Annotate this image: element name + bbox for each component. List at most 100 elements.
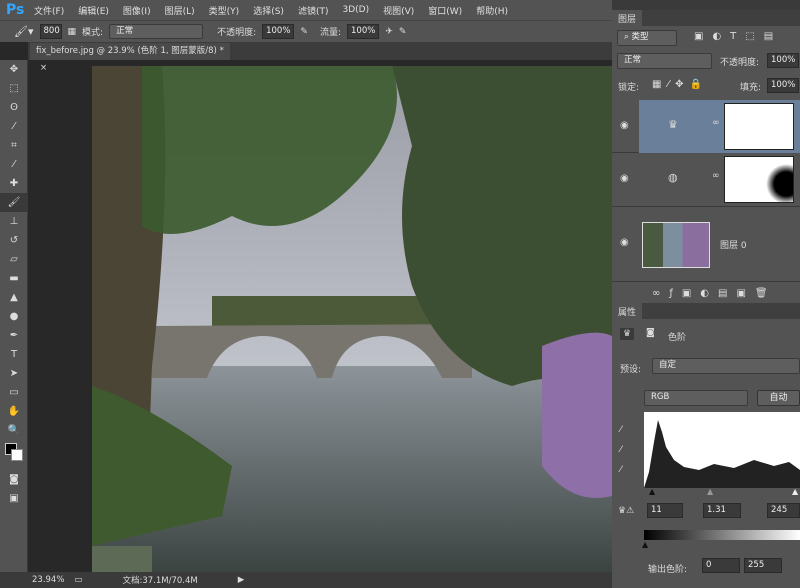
mode-select[interactable]: 正常 [109,24,204,39]
channel-select[interactable]: RGB [644,390,748,406]
eyedropper-tool-icon[interactable]: ⁄ [0,155,28,174]
right-panels: 图层 ⌕ 类型 ▣◐T⬚▤ 正常 不透明度: 100% 锁定: ▦⁄✥🔒 填充:… [612,0,800,588]
filter-icons[interactable]: ▣◐T⬚▤ [694,31,782,42]
screen-mode-icon[interactable]: ▣ [0,489,28,508]
layer-name[interactable]: 图层 0 [720,238,747,251]
dodge-tool-icon[interactable]: ● [0,307,28,326]
link-icon[interactable]: ∞ [712,171,720,181]
lock-label: 锁定: [618,83,640,93]
tab-layers[interactable]: 图层 [612,10,643,27]
menu-image[interactable]: 图像(I) [123,4,151,17]
layer-filter-select[interactable]: ⌕ 类型 [617,30,677,46]
levels-icon[interactable]: ♛ [620,328,635,340]
shape-tool-icon[interactable]: ▭ [0,383,28,402]
brush-tool-icon[interactable]: 🖌▾ [14,25,34,38]
hand-tool-icon[interactable]: ✋ [0,402,28,421]
input-white-slider[interactable]: ▲ [792,487,798,496]
photo-river-bridge [92,66,612,572]
layer-row-levels[interactable]: ◉ ♛ ∞ [612,100,800,153]
flow-input[interactable]: 100% [347,24,380,39]
visibility-eye-icon[interactable]: ◉ [620,120,634,131]
menu-view[interactable]: 视图(V) [383,4,414,17]
visibility-eye-icon[interactable]: ◉ [620,237,634,248]
filter-kind-label: 类型 [631,32,649,42]
pressure-opacity-icon[interactable]: ✎ [300,27,308,37]
menu-edit[interactable]: 编辑(E) [78,4,109,17]
quick-mask-icon[interactable]: ◙ [0,470,28,489]
mode-label: 模式: [82,28,104,38]
airbrush-icon[interactable]: ✈ [385,27,393,37]
tools-panel: ✥ ⬚ ʘ ⁄ ⌗ ⁄ ✚ 🖌 ⊥ ↺ ▱ ▬ ▲ ● ✒ T ➤ ▭ ✋ 🔍 … [0,60,28,572]
menu-help[interactable]: 帮助(H) [476,4,508,17]
menu-window[interactable]: 窗口(W) [428,4,462,17]
layer-thumbnail [642,222,710,268]
layer-opacity-input[interactable]: 100% [767,53,800,68]
photoshop-logo: Ps [6,2,25,18]
blur-tool-icon[interactable]: ▲ [0,288,28,307]
visibility-eye-icon[interactable]: ◉ [620,173,634,184]
eraser-tool-icon[interactable]: ▱ [0,250,28,269]
document-title: fix_before.jpg @ 23.9% (色阶 1, 图层蒙版/8) * [36,46,224,56]
input-white-field[interactable]: 245 [767,503,800,518]
brush-panel-icon[interactable]: ▦ [68,27,77,37]
layer-row-layer-0[interactable]: ◉ 图层 0 [612,207,800,282]
pen-tool-icon[interactable]: ✒ [0,326,28,345]
brush-size-picker[interactable]: 800 [39,24,62,39]
status-bar: 23.94% ▭ 文档:37.1M/70.4M ▶ [0,572,612,588]
link-icon[interactable]: ∞ [712,118,720,128]
fill-input[interactable]: 100% [767,78,800,93]
input-gamma-slider[interactable]: ▲ [707,487,713,496]
menu-select[interactable]: 选择(S) [253,4,284,17]
brush-tool-icon[interactable]: 🖌 [0,193,28,212]
zoom-level[interactable]: 23.94% [32,575,64,585]
opacity-input[interactable]: 100% [262,24,295,39]
path-select-tool-icon[interactable]: ➤ [0,364,28,383]
layer-row-adjustment[interactable]: ◉ ◍ ∞ [612,153,800,207]
preset-label: 预设: [620,365,642,375]
type-tool-icon[interactable]: T [0,345,28,364]
menu-file[interactable]: 文件(F) [34,4,64,17]
output-white-field[interactable]: 255 [744,558,782,573]
input-black-slider[interactable]: ▲ [649,487,655,496]
zoom-tool-icon[interactable]: 🔍 [0,421,28,440]
color-swatches[interactable] [0,440,28,470]
lasso-tool-icon[interactable]: ʘ [0,98,28,117]
flow-label: 流量: [319,28,342,38]
preset-select[interactable]: 自定 [652,358,800,374]
document-canvas[interactable] [92,66,612,572]
blend-mode-select[interactable]: 正常 [617,53,712,69]
tab-properties[interactable]: 属性 [612,303,643,320]
options-bar: 🖌▾ 800 ▦ 模式: 正常 不透明度: 100% ✎ 流量: 100% ✈ … [0,20,612,42]
histogram [644,412,800,488]
input-gamma-field[interactable]: 1.31 [703,503,741,518]
menu-3d[interactable]: 3D(D) [342,5,369,15]
clipping-warning-icon[interactable]: ♛⚠ [618,506,634,516]
stamp-tool-icon[interactable]: ⊥ [0,212,28,231]
menu-layer[interactable]: 图层(L) [165,4,195,17]
history-brush-icon[interactable]: ↺ [0,231,28,250]
move-tool-icon[interactable]: ✥ [0,60,28,79]
marquee-tool-icon[interactable]: ⬚ [0,79,28,98]
menu-bar: Ps 文件(F) 编辑(E) 图像(I) 图层(L) 类型(Y) 选择(S) 滤… [0,0,612,20]
output-black-slider[interactable]: ▲ [642,540,648,549]
status-menu-arrow-icon[interactable]: ▶ [238,575,245,585]
layer-actions[interactable]: ∞ƒ▣◐▤▣🗑 [652,288,777,299]
healing-tool-icon[interactable]: ✚ [0,174,28,193]
pressure-size-icon[interactable]: ✎ [399,27,407,37]
quick-select-tool-icon[interactable]: ⁄ [0,117,28,136]
eyedropper-black-icon[interactable]: ⁄ ⁄ ⁄ [620,420,622,480]
lock-icons[interactable]: ▦⁄✥🔒 [652,79,708,90]
menu-filter[interactable]: 滤镜(T) [298,4,329,17]
status-icon: ▭ [74,575,83,585]
input-black-field[interactable]: 11 [647,503,683,518]
close-icon[interactable]: × [40,63,47,73]
layer-mask-thumbnail[interactable] [724,103,794,150]
document-tab[interactable]: fix_before.jpg @ 23.9% (色阶 1, 图层蒙版/8) * … [30,43,230,73]
mask-icon[interactable]: ◙ [646,328,655,338]
auto-button[interactable]: 自动 [757,390,800,406]
layer-mask-thumbnail[interactable] [724,156,794,203]
gradient-tool-icon[interactable]: ▬ [0,269,28,288]
menu-type[interactable]: 类型(Y) [209,4,240,17]
crop-tool-icon[interactable]: ⌗ [0,136,28,155]
output-black-field[interactable]: 0 [702,558,740,573]
